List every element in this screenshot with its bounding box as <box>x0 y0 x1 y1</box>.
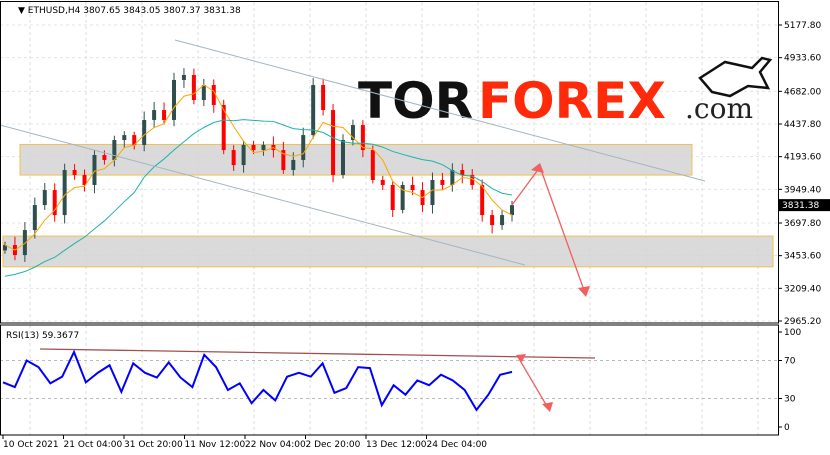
grid <box>0 2 778 435</box>
candle-body <box>370 150 375 181</box>
rsi-trendline <box>39 348 596 359</box>
forecast-arrow-path <box>511 165 586 294</box>
rsi-tick-label: 70 <box>784 357 796 367</box>
torforex-logo: TOR FOREX .com <box>358 56 773 130</box>
candle-body <box>251 144 256 151</box>
rsi-tick-label: 0 <box>784 423 790 433</box>
candle-body <box>152 110 157 120</box>
price-tick-label: 4933.60 <box>784 54 821 64</box>
time-tick-label: 22 Nov 04:00 <box>245 440 306 450</box>
support-zone <box>2 235 774 268</box>
logo-com: .com <box>685 92 753 125</box>
candle-body <box>301 135 306 160</box>
candle-body <box>390 184 395 210</box>
price-tick-label: 4437.80 <box>784 120 821 130</box>
arrow-head-icon <box>578 286 590 297</box>
candle-body <box>480 184 485 216</box>
candle-body <box>172 79 176 120</box>
price-tick-label: 3697.80 <box>784 219 821 229</box>
candle-body <box>321 85 326 111</box>
candle-body <box>102 155 107 160</box>
rsi-arrow-path <box>517 356 549 409</box>
chart-window: TOR FOREX .com 5177.80 4933.60 4682.00 4437… <box>0 0 830 455</box>
symbol-label: ETHUSD,H4 <box>28 6 81 16</box>
collapse-arrow-icon: ▼ <box>18 6 28 16</box>
candle-body <box>162 110 167 120</box>
price-tick-label: 4193.60 <box>784 153 821 163</box>
candle-body <box>72 169 77 175</box>
chart-canvas[interactable]: TOR FOREX .com 5177.80 4933.60 4682.00 4437… <box>0 0 830 455</box>
time-tick-label: 2 Dec 20:00 <box>306 440 361 450</box>
candle-body <box>410 184 415 191</box>
arrow-head-icon <box>542 402 553 412</box>
bull-icon <box>698 56 773 98</box>
time-tick-label: 31 Oct 20:00 <box>124 440 183 450</box>
candle-body <box>510 205 514 216</box>
candle-body <box>42 190 47 206</box>
candle-body <box>142 119 147 145</box>
price-tick-label: 3949.40 <box>784 185 821 195</box>
candle-body <box>32 205 37 231</box>
candle-body <box>261 144 266 151</box>
candle-body <box>490 215 495 226</box>
candle-body <box>241 144 246 166</box>
current-price-label: 3831.38 <box>782 201 819 211</box>
logo-forex: FOREX <box>478 72 666 130</box>
candle-body <box>291 159 296 170</box>
candle-body <box>92 155 97 185</box>
candle-body <box>440 180 445 185</box>
candle-body <box>181 75 186 80</box>
time-tick-label: 21 Oct 04:00 <box>64 440 123 450</box>
candle-body <box>122 135 127 141</box>
candle-body <box>380 180 385 185</box>
time-tick-label: 24 Dec 04:00 <box>427 440 488 450</box>
candle-body <box>341 140 345 175</box>
time-tick-label: 10 Oct 2021 <box>3 440 59 450</box>
candle-body <box>331 110 336 175</box>
price-tick-label: 3209.40 <box>784 284 821 294</box>
candle-body <box>500 215 505 226</box>
symbol-info: ▼ ETHUSD,H4 3807.65 3843.05 3807.37 3831… <box>18 6 241 16</box>
price-tick-label: 2965.20 <box>784 317 821 327</box>
candle-body <box>62 169 67 216</box>
rsi-panel-border <box>0 324 779 436</box>
candle-body <box>430 180 435 206</box>
price-tick-label: 3453.60 <box>784 252 821 262</box>
candle-body <box>231 150 236 166</box>
rsi-label: RSI(13) 59.3677 <box>6 331 79 341</box>
rsi-tick-label: 100 <box>784 328 801 338</box>
price-tick-label: 5177.80 <box>784 21 821 31</box>
candle-body <box>450 169 455 185</box>
ohlc-values: 3807.65 3843.05 3807.37 3831.38 <box>83 6 241 16</box>
logo-tor: TOR <box>358 72 473 130</box>
candle-body <box>211 85 216 105</box>
candle-body <box>191 75 196 101</box>
time-tick-label: 11 Nov 12:00 <box>185 440 246 450</box>
candle-body <box>311 85 316 136</box>
rsi-tick-label: 30 <box>784 395 796 405</box>
candle-body <box>112 140 117 160</box>
price-tick-label: 4682.00 <box>784 87 821 97</box>
candle-body <box>201 85 206 101</box>
resistance-zone <box>19 143 693 176</box>
time-tick-label: 13 Dec 12:00 <box>366 440 427 450</box>
